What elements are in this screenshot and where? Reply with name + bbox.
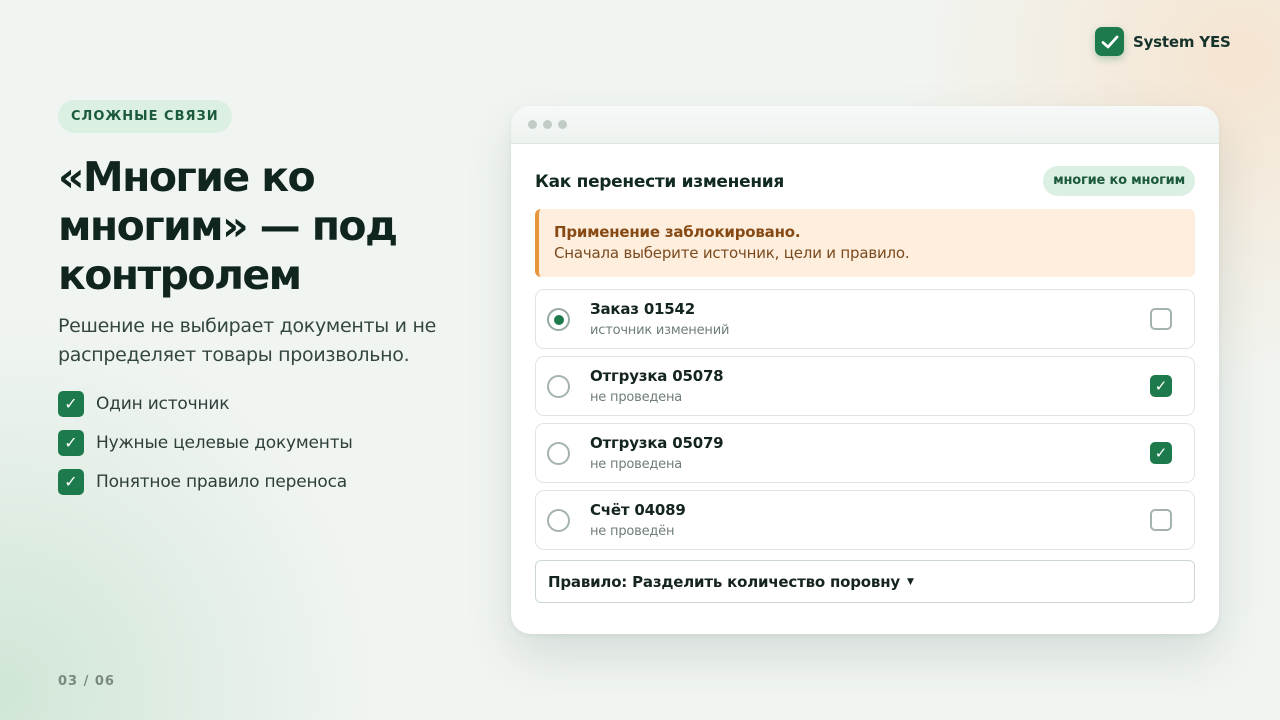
window-dot bbox=[528, 120, 537, 129]
check-icon bbox=[1095, 27, 1124, 56]
document-status: не проведена bbox=[590, 457, 683, 472]
brand: System YES bbox=[1095, 27, 1231, 56]
check-icon: ✓ bbox=[58, 391, 84, 417]
alert-text: Сначала выберите источник, цели и правил… bbox=[554, 244, 910, 262]
rule-select-label: Правило: Разделить количество поровну bbox=[548, 572, 900, 591]
feature-label: Понятное правило переноса bbox=[96, 472, 347, 492]
target-checkbox[interactable] bbox=[1150, 308, 1172, 330]
document-name: Отгрузка 05079 bbox=[590, 434, 724, 452]
target-checkbox[interactable]: ✓ bbox=[1150, 375, 1172, 397]
document-row[interactable]: Отгрузка 05079 не проведена ✓ bbox=[535, 423, 1195, 483]
mode-badge: многие ко многим bbox=[1043, 166, 1195, 196]
document-name: Счёт 04089 bbox=[590, 501, 686, 519]
window-dot bbox=[543, 120, 552, 129]
document-status: не проведён bbox=[590, 524, 675, 539]
target-checkbox[interactable] bbox=[1150, 509, 1172, 531]
check-icon: ✓ bbox=[58, 469, 84, 495]
document-row[interactable]: Счёт 04089 не проведён bbox=[535, 490, 1195, 550]
panel-title: Как перенести изменения bbox=[535, 172, 784, 192]
source-radio[interactable] bbox=[547, 509, 570, 532]
window-titlebar bbox=[511, 106, 1219, 144]
window-dot bbox=[558, 120, 567, 129]
target-checkbox[interactable]: ✓ bbox=[1150, 442, 1172, 464]
app-window: Как перенести изменения многие ко многим… bbox=[511, 106, 1219, 634]
slide-subtitle: Решение не выбирает документы и не распр… bbox=[58, 315, 436, 366]
page-counter: 03 / 06 bbox=[58, 674, 115, 689]
feature-label: Нужные целевые документы bbox=[96, 433, 353, 453]
document-status: источник изменений bbox=[590, 323, 730, 338]
source-radio[interactable] bbox=[547, 308, 570, 331]
document-name: Заказ 01542 bbox=[590, 300, 696, 318]
brand-name: System YES bbox=[1133, 32, 1231, 51]
source-radio[interactable] bbox=[547, 375, 570, 398]
caret-down-icon: ▼ bbox=[906, 576, 914, 587]
feature-item: ✓ Понятное правило переноса bbox=[58, 469, 353, 495]
section-kicker: СЛОЖНЫЕ СВЯЗИ bbox=[58, 100, 232, 133]
rule-select[interactable]: Правило: Разделить количество поровну ▼ bbox=[535, 560, 1195, 603]
document-row[interactable]: Заказ 01542 источник изменений bbox=[535, 289, 1195, 349]
feature-item: ✓ Один источник bbox=[58, 391, 353, 417]
document-name: Отгрузка 05078 bbox=[590, 367, 724, 385]
document-status: не проведена bbox=[590, 390, 683, 405]
slide-headline: «Многие ко многим» — под контролем bbox=[58, 153, 398, 299]
feature-item: ✓ Нужные целевые документы bbox=[58, 430, 353, 456]
feature-list: ✓ Один источник ✓ Нужные целевые докумен… bbox=[58, 391, 353, 508]
source-radio[interactable] bbox=[547, 442, 570, 465]
feature-label: Один источник bbox=[96, 394, 230, 414]
blocked-alert: Применение заблокировано. Сначала выбери… bbox=[535, 209, 1195, 277]
check-icon: ✓ bbox=[58, 430, 84, 456]
alert-title: Применение заблокировано. bbox=[554, 223, 801, 241]
document-row[interactable]: Отгрузка 05078 не проведена ✓ bbox=[535, 356, 1195, 416]
document-list: Заказ 01542 источник изменений Отгрузка … bbox=[535, 289, 1195, 557]
